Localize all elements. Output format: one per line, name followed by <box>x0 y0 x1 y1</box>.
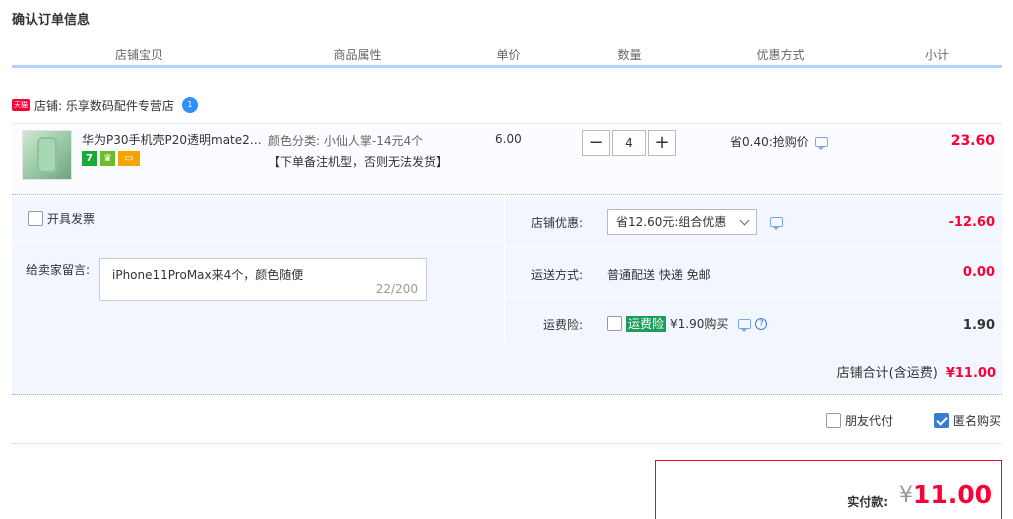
column-header: 店铺宝贝 商品属性 单价 数量 优惠方式 小计 <box>12 46 1002 68</box>
quantity-input[interactable]: 4 <box>612 130 646 156</box>
left-panel: 开具发票 给卖家留言: iPhone11ProMax来4个，颜色随便 22/20… <box>12 197 505 342</box>
insurance-label: 运费险: <box>542 318 583 332</box>
shipping-method: 普通配送 快递 免邮 <box>607 268 711 282</box>
product-attribute-color: 颜色分类: 小仙人掌-14元4个 <box>268 134 424 148</box>
shop-total-amount: ¥11.00 <box>945 366 996 381</box>
unit-price: 6.00 <box>495 132 522 146</box>
payment-currency: ¥ <box>899 483 913 508</box>
product-thumbnail[interactable] <box>22 130 72 180</box>
chat-bubble-icon[interactable] <box>814 136 828 150</box>
tmall-icon: 天猫 <box>12 99 30 111</box>
col-attributes: 商品属性 <box>268 46 448 65</box>
col-discount: 优惠方式 <box>691 46 871 65</box>
invoice-row: 开具发票 <box>12 197 505 242</box>
invoice-label: 开具发票 <box>47 212 96 226</box>
friend-pay-label: 朋友代付 <box>845 414 894 428</box>
seller-message-input[interactable]: iPhone11ProMax来4个，颜色随便 22/200 <box>99 258 427 301</box>
shipping-row: 运送方式: 普通配送 快递 免邮 0.00 <box>506 248 1002 298</box>
message-char-count: 22/200 <box>375 282 418 296</box>
order-extras: 开具发票 给卖家留言: iPhone11ProMax来4个，颜色随便 22/20… <box>12 197 1002 395</box>
insurance-amount: 1.90 <box>962 318 995 333</box>
anonymous-purchase-checkbox[interactable] <box>934 413 949 428</box>
invoice-checkbox[interactable] <box>28 211 43 226</box>
shipping-label: 运送方式: <box>530 268 583 282</box>
shipping-amount: 0.00 <box>962 265 995 280</box>
promotion: 省0.40:抢购价 <box>730 133 828 150</box>
chevron-down-icon <box>739 215 750 226</box>
anonymous-purchase-option[interactable]: 匿名购买 <box>934 412 1001 429</box>
seller-message-text: iPhone11ProMax来4个，颜色随便 <box>112 268 304 282</box>
anonymous-purchase-label: 匿名购买 <box>953 414 1002 428</box>
right-panel: 店铺优惠: 省12.60元:组合优惠 -12.60 运送方式: 普通配送 快递 … <box>506 197 1002 342</box>
promotion-text: 省0.40:抢购价 <box>730 135 809 149</box>
shop-discount-amount: -12.60 <box>948 215 995 230</box>
col-shop-item: 店铺宝贝 <box>12 46 267 65</box>
shop-discount-row: 店铺优惠: 省12.60元:组合优惠 -12.60 <box>506 197 1002 247</box>
insurance-checkbox[interactable] <box>607 316 622 331</box>
quantity-plus-button[interactable]: + <box>648 130 676 156</box>
item-subtotal: 23.60 <box>950 133 995 149</box>
product-attribute-note: 【下单备注机型，否则无法发货】 <box>268 155 449 169</box>
shop-discount-label: 店铺优惠: <box>530 216 583 230</box>
friend-pay-option[interactable]: 朋友代付 <box>826 412 893 429</box>
quantity-minus-button[interactable]: − <box>582 130 610 156</box>
col-unit-price: 单价 <box>449 46 569 65</box>
payment-summary: 实付款: ¥ 11.00 <box>655 460 1002 519</box>
certified-icon[interactable]: ♛ <box>100 151 115 166</box>
wangwang-chat-icon[interactable]: 1 <box>181 97 198 113</box>
quantity-stepper: − 4 + <box>582 130 676 156</box>
invoice-option[interactable]: 开具发票 <box>28 210 95 227</box>
insurance-tag: 运费险 <box>626 315 667 332</box>
shop-total: 店铺合计(含运费) ¥11.00 <box>837 362 996 381</box>
shop-discount-selected: 省12.60元:组合优惠 <box>616 215 727 229</box>
product-name-link[interactable]: 华为P30手机壳P20透明mate2… <box>82 131 262 148</box>
payment-amount: 11.00 <box>912 480 992 509</box>
shop-discount-select[interactable]: 省12.60元:组合优惠 <box>607 209 757 235</box>
order-options-row: 朋友代付 匿名购买 <box>12 396 1002 444</box>
col-quantity: 数量 <box>570 46 690 65</box>
help-icon[interactable]: ? <box>755 317 768 330</box>
seven-day-return-icon[interactable]: 7 <box>82 151 97 166</box>
insurance-row: 运费险: 运费险 ¥1.90购买 ? 1.90 <box>506 299 1002 342</box>
payment-label: 实付款: <box>847 495 888 509</box>
shop-name-link[interactable]: 店铺: 乐享数码配件专营店 <box>34 97 174 114</box>
item-row: 华为P30手机壳P20透明mate2… 7 ♛ ▭ 颜色分类: 小仙人掌-14元… <box>12 123 1002 195</box>
shop-line: 天猫 店铺: 乐享数码配件专营店 1 <box>12 96 198 114</box>
header-bar <box>12 65 1002 68</box>
page-title: 确认订单信息 <box>12 13 91 28</box>
insurance-price: ¥1.90购买 <box>670 317 729 331</box>
service-badges: 7 ♛ ▭ <box>82 151 140 166</box>
card-payment-icon[interactable]: ▭ <box>118 151 140 166</box>
insurance-option: 运费险 ¥1.90购买 ? <box>607 315 768 332</box>
message-label: 给卖家留言: <box>26 263 91 277</box>
friend-pay-checkbox[interactable] <box>826 413 841 428</box>
shop-total-label: 店铺合计(含运费) <box>836 366 938 381</box>
insurance-chat-icon[interactable] <box>738 318 752 332</box>
col-subtotal: 小计 <box>924 48 949 62</box>
discount-chat-icon[interactable] <box>770 217 783 230</box>
